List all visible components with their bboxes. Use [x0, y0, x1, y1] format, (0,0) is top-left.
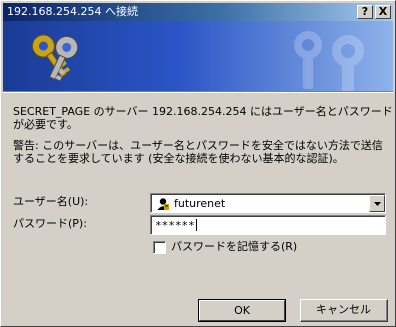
text-caret	[195, 219, 197, 231]
keys-icon	[31, 34, 79, 81]
warning-line-1: 警告: このサーバーは、ユーザー名とパスワードを安全ではない方法で送信	[13, 139, 383, 152]
username-combobox[interactable]: futurenet	[150, 193, 386, 213]
ok-button[interactable]: OK	[198, 299, 286, 322]
username-value: futurenet	[174, 197, 226, 210]
username-dropdown-button[interactable]	[369, 195, 385, 212]
banner-divider	[3, 91, 393, 93]
dialog-title: 192.168.254.254 へ接続	[7, 5, 138, 18]
user-icon	[156, 197, 170, 211]
remember-password-label[interactable]: パスワードを記憶する(R)	[171, 240, 297, 254]
banner-graphic	[31, 31, 364, 91]
help-button[interactable]: ?	[357, 5, 373, 19]
close-button[interactable]: X	[375, 5, 391, 19]
message-line-2: が必要です。	[13, 118, 78, 131]
login-dialog: 192.168.254.254 へ接続 ? X SECRET_PAGE のサーバ…	[0, 0, 396, 327]
chevron-down-icon	[374, 202, 381, 206]
ok-button-label: OK	[234, 304, 250, 317]
remember-password-checkbox[interactable]	[153, 241, 166, 254]
warning-line-2: することを要求しています (安全な接続を使わない基本的な認証)。	[13, 152, 344, 165]
message-line-1: SECRET_PAGE のサーバー 192.168.254.254 にはユーザー…	[13, 105, 393, 118]
cancel-button[interactable]: キャンセル	[300, 299, 388, 322]
title-bar[interactable]: 192.168.254.254 へ接続 ? X	[3, 3, 393, 21]
banner	[3, 21, 393, 91]
password-label: パスワード(P):	[13, 217, 87, 230]
username-label: ユーザー名(U):	[13, 195, 89, 208]
password-value: ******	[155, 219, 195, 232]
watermark-keys-icon	[294, 31, 364, 91]
cancel-button-label: キャンセル	[316, 303, 371, 316]
password-field[interactable]: ******	[150, 215, 386, 235]
